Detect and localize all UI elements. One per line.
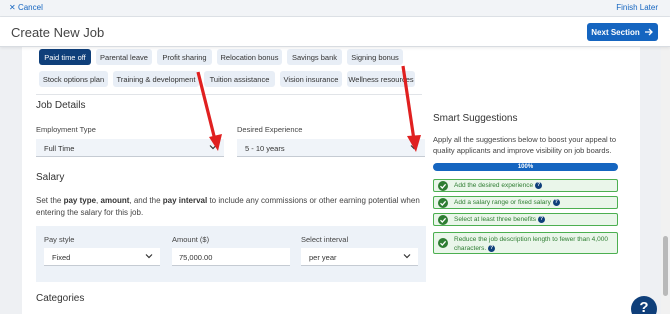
next-section-button[interactable]: Next Section (587, 23, 658, 41)
annotation-arrow (196, 71, 222, 151)
annotation-arrow (401, 65, 421, 152)
next-section-label: Next Section (591, 27, 640, 37)
page-header: Create New Job Next Section (0, 17, 670, 47)
annotation-overlay (196, 65, 421, 152)
page-title: Create New Job (11, 25, 105, 40)
arrow-right-icon (644, 28, 653, 36)
